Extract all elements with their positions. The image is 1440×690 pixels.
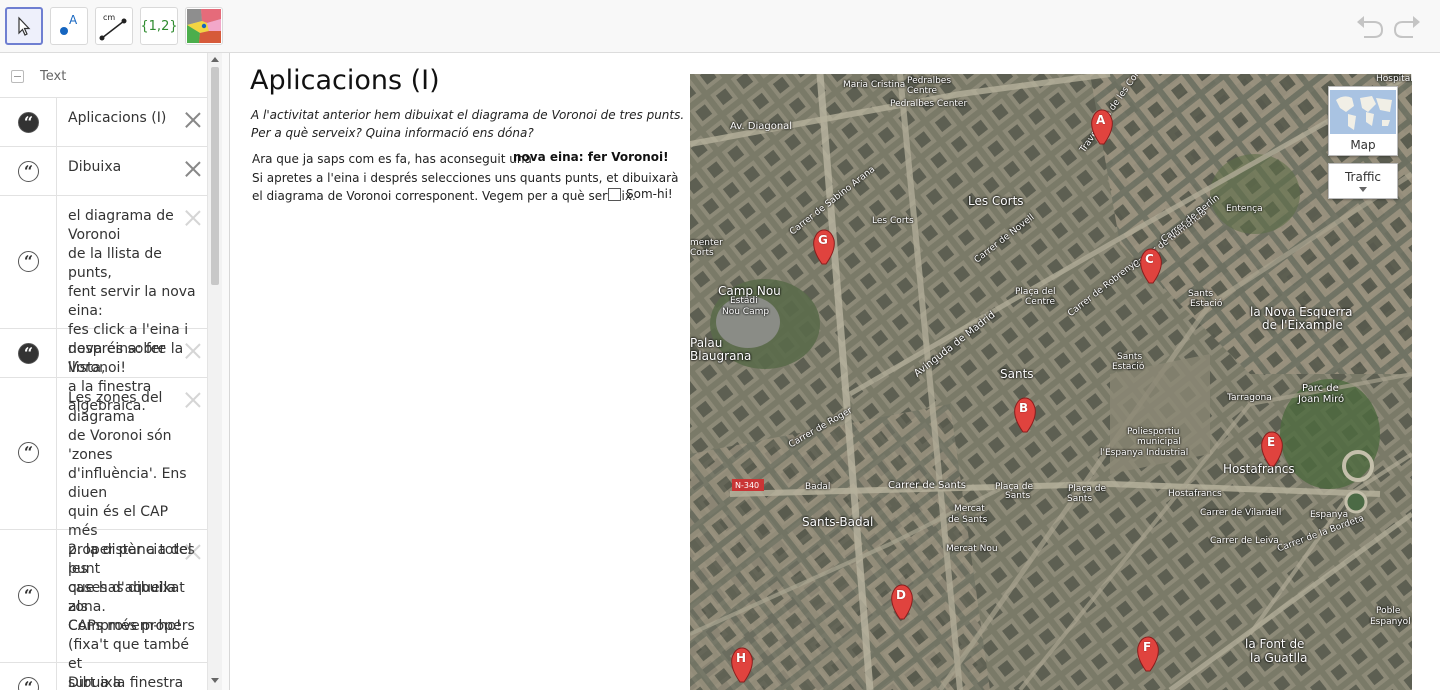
pin-label-a: A: [1096, 113, 1106, 127]
delete-icon[interactable]: [184, 160, 202, 178]
marble-cell: “: [0, 98, 57, 146]
body-bold-text: nova eina: fer Voronoi!: [513, 150, 669, 164]
delete-icon[interactable]: [184, 543, 202, 561]
visibility-marble-icon[interactable]: “: [18, 343, 39, 364]
toolbar: A cm {1,2}: [0, 0, 1440, 53]
world-map-icon: [1330, 90, 1396, 134]
pins-layer: [731, 109, 1283, 683]
marble-cell: “: [0, 196, 57, 328]
map-button-label: Map: [1350, 138, 1376, 152]
somhi-checkbox-wrap[interactable]: Som-hi!: [608, 187, 673, 201]
visibility-marble-icon[interactable]: “: [18, 251, 39, 272]
map-type-button[interactable]: Map: [1328, 86, 1398, 156]
intro-text: A l'activitat anterior hem dibuixat el d…: [251, 106, 684, 142]
point-tool-button[interactable]: A: [50, 7, 88, 45]
delete-icon[interactable]: [184, 342, 202, 360]
scroll-down-icon[interactable]: [211, 678, 219, 683]
marble-cell: “: [0, 663, 57, 690]
delete-icon[interactable]: [184, 391, 202, 409]
visibility-marble-icon[interactable]: “: [18, 585, 39, 606]
marble-cell: “: [0, 530, 57, 662]
pin-label-c: C: [1145, 252, 1154, 266]
point-icon: A: [60, 13, 78, 35]
somhi-checkbox-label[interactable]: Som-hi!: [626, 187, 673, 201]
distance-icon: cm: [99, 13, 127, 41]
scrollbar-thumb[interactable]: [211, 67, 219, 285]
traffic-button[interactable]: Traffic: [1328, 163, 1398, 199]
undo-icon[interactable]: [1354, 12, 1386, 40]
body-line-2: Si apretes a l'eina i després seleccione…: [252, 170, 679, 185]
visibility-marble-icon[interactable]: “: [18, 677, 39, 690]
delete-icon[interactable]: [184, 209, 202, 227]
marble-cell: “: [0, 147, 57, 195]
visibility-marble-icon[interactable]: “: [18, 161, 39, 182]
delete-icon[interactable]: [184, 111, 202, 129]
voronoi-tool-button[interactable]: [185, 7, 223, 45]
distance-tool-button[interactable]: cm: [95, 7, 133, 45]
distance-unit-label: cm: [103, 13, 115, 22]
intro-line-1: A l'activitat anterior hem dibuixat el d…: [251, 108, 685, 122]
page-title: Aplicacions (I): [250, 65, 440, 96]
intro-line-2: Per a què serveix? Quina informació ens …: [251, 126, 534, 140]
pin-label-g: G: [818, 233, 828, 247]
redo-icon[interactable]: [1391, 12, 1423, 40]
visibility-marble-icon[interactable]: “: [18, 112, 39, 133]
visibility-marble-icon[interactable]: “: [18, 442, 39, 463]
collapse-icon[interactable]: [11, 70, 24, 83]
chevron-down-icon: [1359, 187, 1367, 192]
point-label: A: [69, 13, 78, 27]
graphics-view[interactable]: Aplicacions (I) A l'activitat anterior h…: [231, 53, 1440, 690]
pin-label-h: H: [736, 651, 747, 665]
cursor-icon: [18, 16, 31, 36]
algebra-header-title: Text: [40, 69, 67, 84]
voronoi-icon: [187, 9, 221, 43]
scroll-up-icon[interactable]: [211, 57, 219, 62]
list-tool-label: {1,2}: [140, 18, 178, 34]
traffic-button-label: Traffic: [1344, 170, 1382, 184]
algebra-item[interactable]: “ Aplicacions (I): [0, 98, 207, 147]
list-tool-button[interactable]: {1,2}: [140, 7, 178, 45]
algebra-item[interactable]: “ Dibuixa: [0, 663, 207, 690]
pin-label-f: F: [1143, 640, 1152, 654]
algebra-scrollbar[interactable]: [207, 53, 222, 690]
marble-cell: “: [0, 329, 57, 377]
pin-label-b: B: [1019, 401, 1029, 415]
algebra-header: Text: [0, 53, 207, 98]
move-tool-button[interactable]: [5, 7, 43, 45]
satellite-map[interactable]: N-340 Pedralbes Centre Pedralbes Center …: [690, 74, 1412, 690]
algebra-item[interactable]: “ el diagrama de Voronoi de la llista de…: [0, 196, 207, 414]
algebra-view: Text “ Aplicacions (I) “ Dibuixa “ el di…: [0, 53, 222, 690]
pin-label-e: E: [1267, 435, 1276, 449]
algebra-item-text[interactable]: Dibuixa: [68, 663, 207, 690]
algebra-item[interactable]: “ 2. la distància del punt que has dibui…: [0, 530, 207, 690]
marble-cell: “: [0, 378, 57, 529]
algebra-item[interactable]: “ Les zones del diagrama de Voronoi són …: [0, 378, 207, 634]
pin-label-d: D: [896, 588, 906, 602]
somhi-checkbox[interactable]: [608, 187, 621, 201]
algebra-item[interactable]: “ Dibuixa: [0, 147, 207, 196]
algebra-item[interactable]: “ nova eina: fer Voronoi!: [0, 329, 207, 378]
view-divider[interactable]: [222, 53, 230, 690]
